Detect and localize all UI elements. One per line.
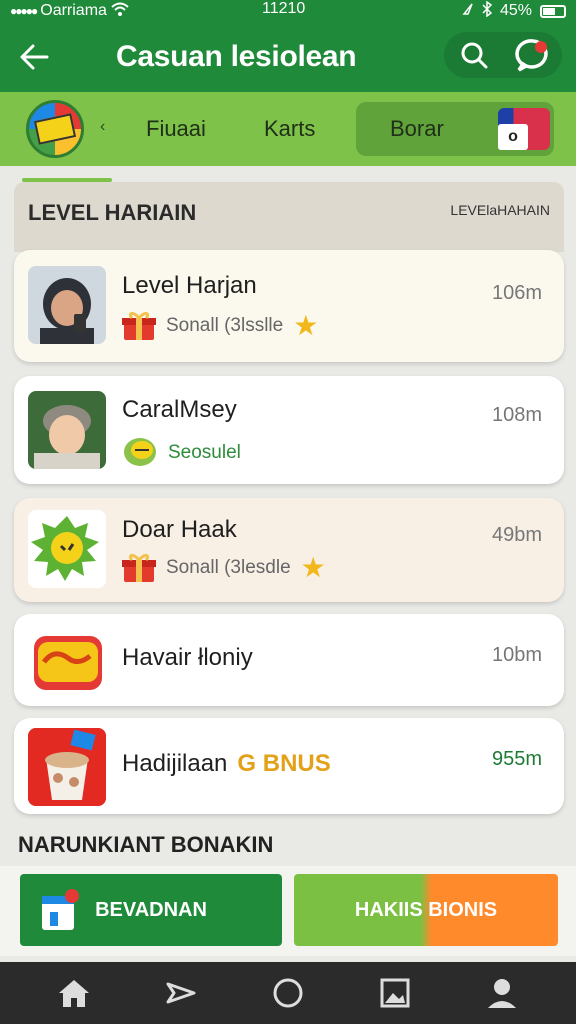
list-item[interactable]: CaralMsey Seosulel 108m [14,376,564,484]
item-name: Doar Haak [122,516,237,543]
avatar [28,266,106,344]
arrow-left-icon [20,44,49,70]
section-title: LEVEL HARIAIN [28,200,197,225]
avatar [28,391,106,469]
section-link[interactable]: LEVElaHAHAIN [450,202,550,218]
signal-icon: ●●●●● [10,4,38,18]
coin-icon [122,432,158,474]
secondary-button-label: HAKIIS BIONIS [354,898,498,921]
battery-percent: 45% [499,2,532,19]
star-icon: ★ [293,310,319,341]
wifi-icon [111,2,129,21]
item-name: CaralMsey [122,396,237,423]
tab-strip: ‹ Fiuaai Karts Borar o [0,92,576,166]
tab-borar-label: Borar [390,116,444,141]
item-subtitle-row: Sonall (3lesdle ★ [122,552,326,584]
list-item[interactable]: Hadijilaan G BNUS 955m [14,718,564,814]
game-thumbnail [28,510,106,588]
item-name: Havair łloniy [122,644,253,671]
person-icon [488,979,517,1008]
logo-badge-icon [33,113,77,145]
circle-icon [273,978,303,1008]
tab-fiuaai[interactable]: Fiuaai [146,102,206,156]
chat-bubble-icon [514,39,548,72]
bottom-nav [0,962,576,1024]
game-thumbnail [28,728,106,806]
bonus-badge: G BNUS [237,750,331,777]
page-title: Casuan lesiolean [116,40,357,73]
item-meta: 108m [491,404,542,426]
item-name: Hadijilaan [122,750,228,777]
app-header: Casuan lesiolean [0,22,576,92]
calendar-icon [40,888,80,932]
star-icon: ★ [300,552,326,583]
item-subtitle: Seosulel [168,442,241,463]
item-subtitle-row: Sonall (3lsslle ★ [122,310,318,342]
clock: 11210 [262,0,306,17]
item-meta: 49bm [491,524,542,546]
footer-title: NARUNKIANT BONAKIN [18,832,274,857]
nav-circle[interactable] [264,969,312,1017]
list-item[interactable]: Doar Haak Sonall (3lesdle ★ 49bm [14,498,564,602]
chevron-left-icon[interactable]: ‹ [100,118,105,136]
bluetooth-icon [482,0,493,22]
nav-gallery[interactable] [371,969,419,1017]
app-logo [26,100,84,158]
status-bar: ●●●●● Oarriama 11210 45% [0,0,576,22]
secondary-button[interactable]: HAKIIS BIONIS [294,874,558,946]
list-item[interactable]: Havair łloniy 10bm [14,614,564,706]
item-meta: 955m [491,748,542,770]
send-icon [166,982,196,1004]
home-icon [58,980,89,1007]
primary-button-label: BEVADNAN [95,898,207,921]
nav-arrow-icon [462,2,474,21]
chat-button[interactable] [511,33,555,77]
search-button[interactable] [452,33,496,77]
nav-send[interactable] [157,969,205,1017]
search-icon [461,42,487,69]
nav-profile[interactable] [478,969,526,1017]
carrier-name: Oarriama [40,2,107,19]
game-thumbnail [28,622,106,700]
item-name: Level Harjan [122,272,257,299]
header-actions [444,32,562,78]
item-meta: 10bm [491,644,542,666]
section-header: LEVEL HARIAIN LEVElaHAHAIN [14,182,564,252]
list-item[interactable]: Level Harjan Sonall (3lsslle ★ 106m [14,250,564,362]
tab-borar[interactable]: Borar o [356,102,554,156]
tab-karts[interactable]: Karts [264,102,315,156]
item-subtitle: Sonall (3lesdle [166,557,291,578]
camera-badge-icon: o [498,108,550,150]
image-icon [380,978,410,1008]
gift-icon [122,310,156,342]
item-name-row: Hadijilaan G BNUS [122,750,331,778]
item-subtitle: Sonall (3lsslle [166,315,284,336]
back-button[interactable] [6,29,62,85]
item-meta: 106m [491,282,542,304]
item-subtitle-row: Seosulel [122,432,241,474]
gift-icon [122,552,156,584]
nav-home[interactable] [50,969,98,1017]
primary-button[interactable]: BEVADNAN [20,874,282,946]
battery-icon [540,4,566,18]
